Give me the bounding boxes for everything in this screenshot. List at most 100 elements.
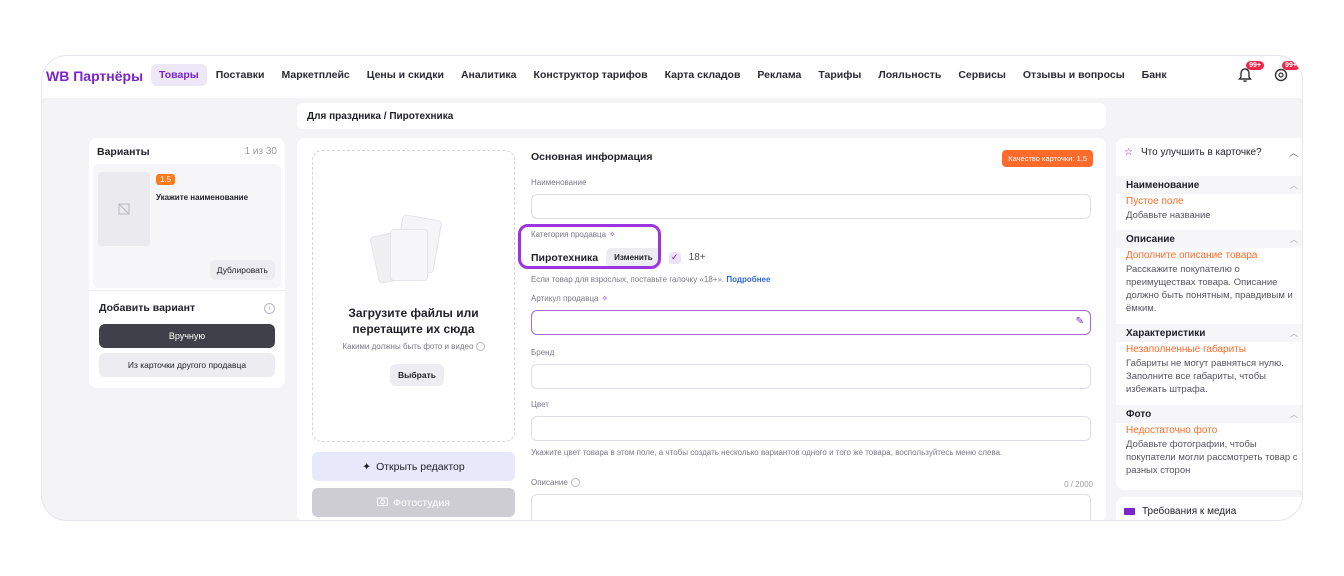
nav-item-bank[interactable]: Банк — [1134, 64, 1175, 86]
open-editor-button[interactable]: ✦ Открыть редактор — [312, 452, 515, 481]
variant-card[interactable]: 1.5 Укажите наименование Дублировать — [93, 164, 281, 288]
nav-item-tariffs[interactable]: Тарифы — [810, 64, 869, 86]
nav-item-prices[interactable]: Цены и скидки — [359, 64, 452, 86]
nav-item-tariff-builder[interactable]: Конструктор тарифов — [526, 64, 656, 86]
tip-section-name: Наименование ︿ Пустое поле Добавьте назва… — [1116, 176, 1302, 222]
tip-section-header[interactable]: Наименование ︿ — [1116, 176, 1302, 194]
tip-text: Расскажите покупателю о преимуществах то… — [1126, 264, 1293, 314]
support-icon[interactable]: 99+ — [1270, 61, 1300, 86]
variant-name: Укажите наименование — [156, 193, 249, 202]
article-label-text: Артикул продавца — [531, 294, 599, 303]
from-other-seller-button[interactable]: Из карточки другого продавца — [99, 353, 275, 377]
breadcrumb[interactable]: Для праздника / Пиротехника — [297, 103, 1106, 129]
tip-section-characteristics: Характеристики ︿ Незаполненные габариты Г… — [1116, 324, 1302, 396]
camera-icon — [377, 496, 389, 509]
magic-icon: ✧ — [601, 294, 609, 303]
duplicate-button[interactable]: Дублировать — [209, 260, 275, 280]
upload-title: Загрузите файлы или перетащите их сюда — [348, 306, 479, 336]
chevron-up-icon: ︿ — [1290, 180, 1298, 190]
tip-section-title: Наименование — [1126, 179, 1200, 191]
main-panel: Загрузите файлы или перетащите их сюда К… — [297, 138, 1106, 520]
media-requirements-header: Требования к медиа — [1124, 506, 1236, 517]
nav-item-warehouse-map[interactable]: Карта складов — [657, 64, 749, 86]
color-label-text: Цвет — [531, 400, 549, 409]
brand-label: Бренд — [531, 348, 554, 357]
more-link[interactable]: Подробнее — [726, 275, 770, 284]
name-label: Наименование — [531, 178, 586, 187]
upload-hint-text: Какими должны быть фото и видео — [342, 342, 474, 351]
divider — [89, 290, 285, 291]
color-input[interactable] — [531, 416, 1091, 441]
tip-section-title: Характеристики — [1126, 327, 1206, 339]
tips-title: Что улучшить в карточке? — [1140, 147, 1262, 158]
nav-item-loyalty[interactable]: Лояльность — [870, 64, 949, 86]
chevron-up-icon: ︿ — [1290, 409, 1298, 419]
tips-header[interactable]: ☆ Что улучшить в карточке? — [1124, 147, 1262, 158]
nav-item-analytics[interactable]: Аналитика — [453, 64, 525, 86]
name-input[interactable] — [531, 194, 1091, 219]
description-label-text: Описание — [531, 478, 568, 487]
chevron-up-icon: ︿ — [1290, 234, 1298, 244]
age-checkbox[interactable]: ✓ — [668, 251, 681, 264]
tips-panel: ☆ Что улучшить в карточке? ︿ Наименовани… — [1116, 138, 1302, 490]
quality-badge[interactable]: Качество карточки: 1.5 — [1002, 150, 1093, 167]
manual-button[interactable]: Вручную — [99, 324, 275, 348]
magic-wand-icon[interactable]: ✎ — [1076, 316, 1084, 327]
main-info-form: Основная информация Качество карточки: 1… — [518, 138, 1093, 520]
tip-section-header[interactable]: Фото ︿ — [1116, 405, 1302, 423]
logo[interactable]: WB Партнёры — [46, 68, 143, 84]
name-label-text: Наименование — [531, 178, 587, 187]
variants-title: Варианты — [97, 146, 150, 158]
chevron-up-icon: ︿ — [1290, 328, 1298, 338]
nav-item-marketplace[interactable]: Маркетплейс — [274, 64, 358, 86]
image-placeholder-icon — [98, 172, 150, 246]
tip-text: Габариты не могут равняться нулю. Заполн… — [1126, 358, 1284, 395]
highlight-frame — [518, 224, 661, 269]
top-navigation: WB Партнёры Товары Поставки Маркетплейс … — [42, 56, 1302, 98]
description-char-count: 0 / 2000 — [1064, 480, 1093, 489]
article-label: Артикул продавца ✧ — [531, 294, 608, 303]
color-label: Цвет — [531, 400, 549, 409]
nav-item-supplies[interactable]: Поставки — [208, 64, 273, 86]
upload-hint: Какими должны быть фото и видео — [313, 342, 514, 352]
tip-warning[interactable]: Пустое поле — [1116, 196, 1302, 207]
chevron-up-icon[interactable]: ︿ — [1289, 146, 1298, 159]
open-editor-label: Открыть редактор — [376, 460, 465, 473]
tip-text: Добавьте фотографии, чтобы покупатели мо… — [1126, 439, 1298, 476]
brand-input[interactable] — [531, 364, 1091, 389]
tip-text: Добавьте название — [1126, 210, 1211, 221]
tip-warning[interactable]: Недостаточно фото — [1116, 425, 1302, 436]
app-window: WB Партнёры Товары Поставки Маркетплейс … — [41, 55, 1303, 521]
notifications-badge: 99+ — [1246, 61, 1264, 70]
brand-label-text: Бренд — [531, 348, 555, 357]
nav-menu: Товары Поставки Маркетплейс Цены и скидк… — [151, 64, 1176, 86]
description-label: Описание — [531, 478, 580, 487]
article-input[interactable]: ✎ — [531, 310, 1091, 335]
nav-item-ads[interactable]: Реклама — [749, 64, 809, 86]
section-title: Основная информация — [531, 151, 653, 163]
description-input[interactable] — [531, 494, 1091, 520]
nav-item-services[interactable]: Сервисы — [950, 64, 1014, 86]
tip-section-header[interactable]: Описание ︿ — [1116, 230, 1302, 248]
media-requirements-panel[interactable]: Требования к медиа — [1116, 497, 1302, 520]
tip-section-title: Фото — [1126, 408, 1152, 420]
info-icon[interactable]: i — [264, 303, 275, 314]
upload-dropzone[interactable]: Загрузите файлы или перетащите их сюда К… — [312, 150, 515, 442]
tip-warning[interactable]: Незаполненные габариты — [1116, 344, 1302, 355]
tip-section-photo: Фото ︿ Недостаточно фото Добавьте фотогра… — [1116, 405, 1302, 477]
nav-item-reviews[interactable]: Отзывы и вопросы — [1015, 64, 1133, 86]
notifications-bell-icon[interactable]: 99+ — [1234, 61, 1264, 86]
adult-hint: Если товар для взрослых, поставьте галоч… — [531, 275, 770, 284]
variants-count: 1 из 30 — [244, 146, 277, 157]
info-icon[interactable] — [475, 342, 485, 352]
photo-studio-label: Фотостудия — [393, 496, 450, 509]
photo-studio-button[interactable]: Фотостудия — [312, 488, 515, 517]
tip-section-title: Описание — [1126, 233, 1175, 245]
nav-item-products[interactable]: Товары — [151, 64, 207, 86]
choose-files-button[interactable]: Выбрать — [390, 364, 444, 386]
tip-section-header[interactable]: Характеристики ︿ — [1116, 324, 1302, 342]
tip-warning[interactable]: Дополните описание товара — [1116, 250, 1302, 261]
media-icon — [1124, 508, 1135, 515]
files-illustration-icon — [368, 211, 463, 291]
info-icon[interactable] — [570, 478, 580, 487]
